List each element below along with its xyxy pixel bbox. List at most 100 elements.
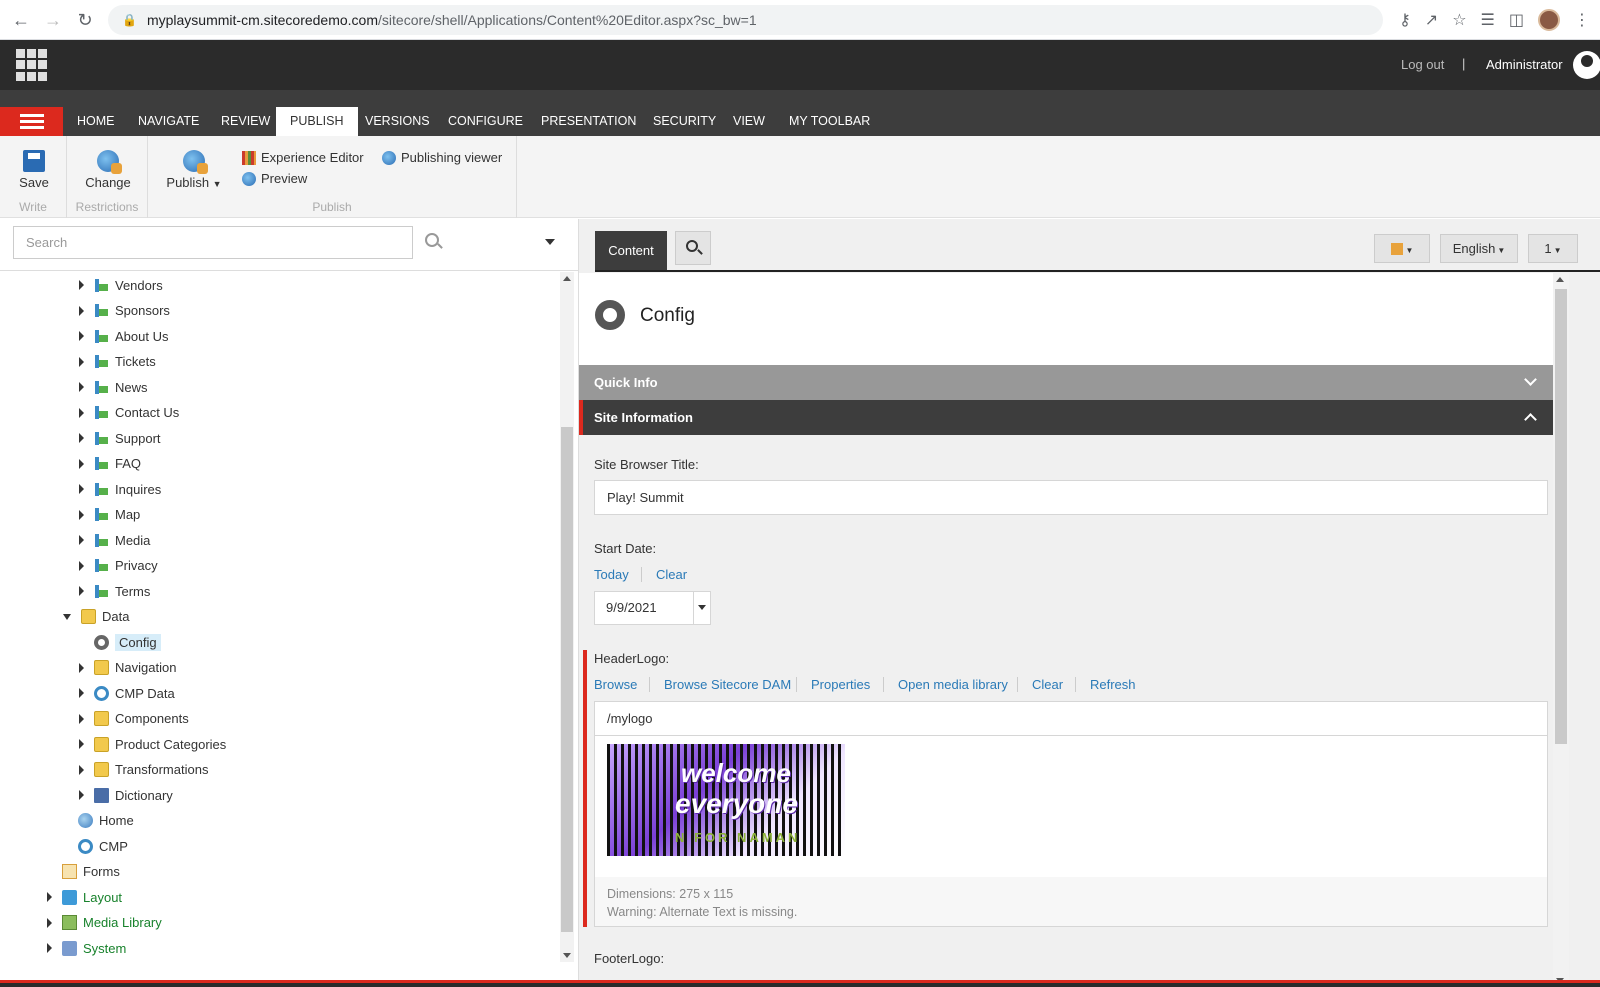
- expand-arrow-icon[interactable]: [47, 943, 52, 953]
- hamburger-menu-icon[interactable]: [0, 107, 63, 136]
- chevron-down-icon[interactable]: [545, 239, 555, 245]
- tree-item[interactable]: CMP: [63, 834, 128, 858]
- section-quick-info[interactable]: Quick Info: [579, 365, 1553, 400]
- editor-scrollbar[interactable]: [1553, 273, 1569, 987]
- star-icon[interactable]: ☆: [1452, 10, 1466, 30]
- tree-item[interactable]: Forms: [47, 860, 120, 884]
- tree-item[interactable]: Media: [79, 528, 150, 552]
- tree-item[interactable]: Layout: [47, 885, 122, 909]
- scroll-down-icon[interactable]: [563, 953, 571, 958]
- expand-arrow-icon[interactable]: [79, 764, 84, 775]
- profile-avatar[interactable]: [1538, 9, 1560, 31]
- save-options-button[interactable]: ▼: [1374, 234, 1430, 263]
- expand-arrow-icon[interactable]: [79, 458, 84, 469]
- date-picker-button[interactable]: [693, 591, 711, 625]
- expand-arrow-icon[interactable]: [79, 382, 84, 392]
- back-icon[interactable]: ←: [6, 5, 36, 35]
- tree-item[interactable]: Navigation: [79, 656, 176, 680]
- tree-item[interactable]: Data: [63, 605, 129, 629]
- tree-item[interactable]: Home: [63, 809, 134, 833]
- tab-review[interactable]: REVIEW: [207, 107, 284, 136]
- tree-item[interactable]: Config: [79, 630, 161, 654]
- tree-item[interactable]: Media Library: [47, 911, 162, 935]
- user-name[interactable]: Administrator: [1486, 57, 1563, 72]
- change-button[interactable]: Change: [81, 150, 135, 190]
- tree-item[interactable]: Contact Us: [79, 401, 179, 425]
- expand-arrow-icon[interactable]: [79, 586, 84, 596]
- expand-arrow-icon[interactable]: [79, 331, 84, 341]
- properties-link[interactable]: Properties: [811, 677, 870, 692]
- refresh-link[interactable]: Refresh: [1090, 677, 1136, 692]
- tree-item[interactable]: Product Categories: [79, 732, 226, 756]
- tree-item[interactable]: Transformations: [79, 758, 208, 782]
- tree-item[interactable]: Terms: [79, 579, 150, 603]
- tree-item[interactable]: Sponsors: [79, 299, 170, 323]
- side-panel-icon[interactable]: ◫: [1509, 10, 1524, 30]
- tab-security[interactable]: SECURITY: [639, 107, 730, 136]
- tree-item[interactable]: Components: [79, 707, 189, 731]
- tab-presentation[interactable]: PRESENTATION: [527, 107, 650, 136]
- tree-item[interactable]: Support: [79, 426, 161, 450]
- expand-arrow-icon[interactable]: [79, 280, 84, 290]
- scroll-up-icon[interactable]: [563, 276, 571, 281]
- search-icon[interactable]: [425, 233, 439, 247]
- launchpad-icon[interactable]: [16, 49, 48, 81]
- preview-button[interactable]: Preview: [242, 171, 307, 186]
- tab-home[interactable]: HOME: [63, 107, 129, 136]
- expand-arrow-icon[interactable]: [79, 535, 84, 545]
- expand-arrow-icon[interactable]: [79, 407, 84, 418]
- tree-search-input[interactable]: Search: [13, 226, 413, 259]
- tree-item[interactable]: Inquires: [79, 477, 161, 501]
- tree-scrollbar[interactable]: [560, 272, 574, 962]
- address-bar[interactable]: 🔒 myplaysummit-cm.sitecoredemo.com/sitec…: [108, 5, 1383, 35]
- tree-scroll-thumb[interactable]: [561, 427, 573, 932]
- collapse-arrow-icon[interactable]: [63, 613, 71, 620]
- tree-item[interactable]: About Us: [79, 324, 168, 348]
- expand-arrow-icon[interactable]: [79, 484, 84, 494]
- publishing-viewer-button[interactable]: Publishing viewer: [382, 150, 502, 165]
- tab-navigate[interactable]: NAVIGATE: [124, 107, 213, 136]
- forward-icon[interactable]: →: [38, 5, 68, 35]
- clear-logo-link[interactable]: Clear: [1032, 677, 1063, 692]
- tab-configure[interactable]: CONFIGURE: [434, 107, 537, 136]
- open-media-library-link[interactable]: Open media library: [898, 677, 1008, 692]
- tree-item[interactable]: CMP Data: [79, 681, 175, 705]
- version-select[interactable]: 1 ▼: [1528, 234, 1578, 263]
- share-icon[interactable]: ↗: [1425, 10, 1438, 30]
- expand-arrow-icon[interactable]: [79, 713, 84, 724]
- key-icon[interactable]: ⚷: [1399, 10, 1411, 30]
- logo-preview[interactable]: welcome everyone N FOR NAMAN: [594, 736, 1548, 879]
- tab-versions[interactable]: VERSIONS: [351, 107, 444, 136]
- tree-item[interactable]: Vendors: [79, 273, 163, 297]
- tree-item[interactable]: Tickets: [79, 350, 156, 374]
- tree-item[interactable]: News: [79, 375, 148, 399]
- expand-arrow-icon[interactable]: [79, 662, 84, 673]
- reading-list-icon[interactable]: ☰: [1481, 10, 1495, 30]
- tab-publish[interactable]: PUBLISH: [276, 107, 358, 136]
- save-button[interactable]: Save: [12, 150, 56, 190]
- start-date-input[interactable]: 9/9/2021: [594, 591, 694, 625]
- expand-arrow-icon[interactable]: [79, 739, 84, 749]
- clear-date-link[interactable]: Clear: [656, 567, 687, 582]
- logout-link[interactable]: Log out: [1401, 57, 1444, 72]
- tab-my-toolbar[interactable]: MY TOOLBAR: [775, 107, 884, 136]
- user-avatar[interactable]: [1573, 51, 1600, 79]
- tab-content[interactable]: Content: [595, 231, 667, 270]
- tree-item[interactable]: System: [47, 936, 126, 960]
- tree-item[interactable]: FAQ: [79, 452, 141, 476]
- tree-item[interactable]: Map: [79, 503, 140, 527]
- tree-item[interactable]: Dictionary: [79, 783, 173, 807]
- expand-arrow-icon[interactable]: [79, 356, 84, 367]
- browse-sitecore-dam-link[interactable]: Browse Sitecore DAM: [664, 677, 791, 692]
- section-site-information[interactable]: Site Information: [579, 400, 1553, 435]
- scroll-up-icon[interactable]: [1556, 277, 1564, 282]
- reload-icon[interactable]: ↻: [70, 5, 100, 35]
- expand-arrow-icon[interactable]: [79, 509, 84, 520]
- logo-path-input[interactable]: /mylogo: [594, 701, 1548, 736]
- search-tab[interactable]: [675, 231, 711, 265]
- tree-item[interactable]: Privacy: [79, 554, 158, 578]
- expand-arrow-icon[interactable]: [47, 917, 52, 928]
- browse-link[interactable]: Browse: [594, 677, 637, 692]
- editor-scroll-thumb[interactable]: [1555, 289, 1567, 744]
- menu-icon[interactable]: ⋮: [1574, 10, 1590, 30]
